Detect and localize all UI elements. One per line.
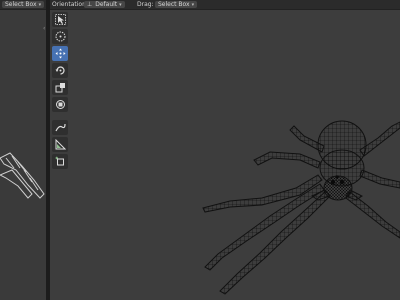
add-cube-icon — [55, 156, 64, 166]
orientation-value: Default — [95, 1, 118, 8]
drag-label: Drag: — [137, 1, 154, 8]
chevron-down-icon: ▾ — [119, 2, 122, 8]
spider-mesh — [202, 120, 400, 295]
select-box-label: Select Box — [5, 1, 37, 8]
spider-wireframe — [202, 120, 400, 295]
tool-annotate[interactable] — [52, 120, 68, 135]
move-icon — [55, 48, 65, 59]
orientation-dropdown[interactable]: ⊥ Default ▾ — [84, 1, 125, 8]
tool-transform[interactable] — [52, 97, 68, 112]
spider-leg-6 — [359, 121, 400, 157]
tool-add-cube[interactable] — [52, 154, 68, 169]
drag-value: Select Box — [158, 1, 190, 8]
orientation-label: Orientation: — [52, 1, 88, 8]
select-box-dropdown-left[interactable]: Select Box ▾ — [2, 1, 45, 8]
tool-scale[interactable] — [52, 80, 68, 95]
left-viewport-mesh — [0, 152, 45, 199]
measure-ruler-icon — [55, 139, 66, 150]
tool-rotate[interactable] — [52, 63, 68, 78]
mesh-leg-edges — [5, 155, 39, 191]
annotate-pencil-icon — [54, 123, 66, 132]
tool-select-box[interactable] — [52, 12, 68, 27]
chevron-down-icon: ▾ — [191, 2, 195, 8]
viewport-header: Select Box ▾ Orientation: ⊥ Default ▾ Drag:… — [0, 0, 400, 10]
cursor-arrow-icon — [54, 14, 66, 25]
chevron-down-icon: ▾ — [38, 2, 42, 8]
spider-eye — [330, 179, 336, 185]
tool-shelf — [52, 12, 70, 171]
transform-icon — [55, 100, 65, 109]
spider-leg-7 — [359, 169, 400, 189]
rotate-icon — [55, 66, 65, 75]
tool-move[interactable] — [52, 46, 68, 61]
tool-measure[interactable] — [52, 137, 68, 152]
tool-cursor[interactable] — [52, 29, 68, 44]
cursor-icon — [55, 31, 65, 42]
spider-leg-4 — [253, 151, 321, 169]
3d-viewport[interactable] — [50, 10, 400, 300]
orientation-icon: ⊥ — [87, 1, 93, 8]
left-viewport[interactable]: ‹ — [0, 10, 46, 300]
spider-eye — [339, 179, 345, 185]
drag-dropdown[interactable]: Select Box ▾ — [155, 1, 198, 8]
spider-eye — [335, 175, 339, 179]
scale-icon — [55, 83, 65, 93]
